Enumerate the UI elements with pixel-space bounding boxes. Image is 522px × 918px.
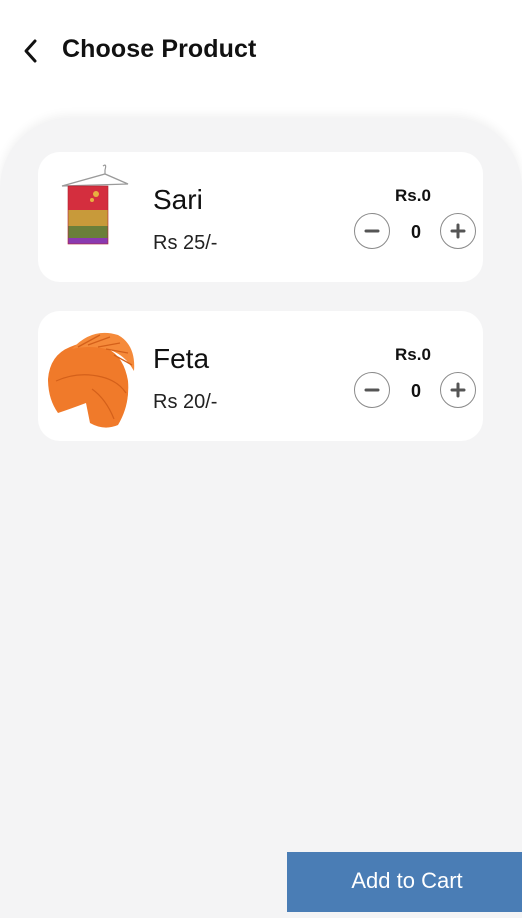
product-total: Rs.0: [395, 186, 431, 205]
product-name: Sari: [153, 184, 203, 215]
quantity-value: 0: [410, 222, 421, 242]
plus-icon: [450, 223, 466, 239]
decrease-quantity-button[interactable]: [354, 213, 390, 249]
plus-icon: [450, 382, 466, 398]
minus-icon: [364, 388, 380, 392]
product-name: Feta: [153, 343, 210, 374]
page-title: Choose Product: [62, 35, 257, 63]
increase-quantity-button[interactable]: [440, 372, 476, 408]
chevron-left-icon: [24, 39, 37, 63]
back-button[interactable]: [14, 34, 48, 68]
product-price: Rs 20/-: [153, 391, 218, 413]
feta-image: [48, 319, 158, 431]
increase-quantity-button[interactable]: [440, 213, 476, 249]
product-card-feta: Feta Rs 20/- Rs.0 0: [38, 311, 483, 441]
product-price: Rs 25/-: [153, 232, 218, 254]
app-header: Choose Product: [0, 0, 522, 110]
add-to-cart-button[interactable]: Add to Cart: [287, 852, 522, 912]
sari-image: [48, 160, 158, 272]
decrease-quantity-button[interactable]: [354, 372, 390, 408]
product-card-sari: Sari Rs 25/- Rs.0 0: [38, 152, 483, 282]
quantity-value: 0: [410, 381, 421, 401]
product-total: Rs.0: [395, 345, 431, 364]
minus-icon: [364, 229, 380, 233]
